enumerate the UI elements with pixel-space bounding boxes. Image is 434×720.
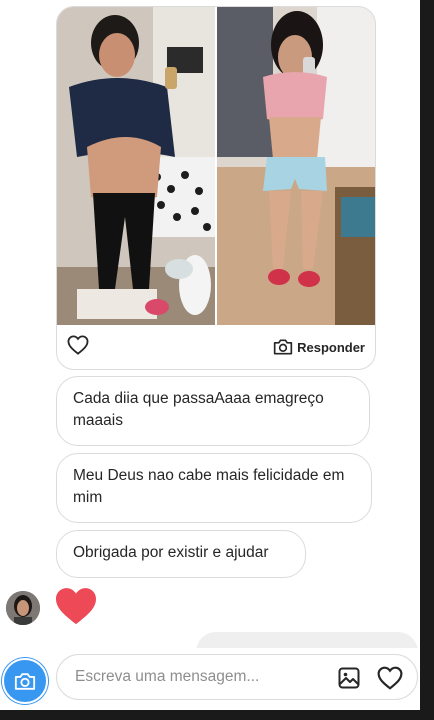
camera-icon [14, 672, 36, 690]
image-icon [338, 667, 360, 689]
like-post-icon[interactable] [67, 334, 89, 360]
message-bubble[interactable]: Obrigada por existir e ajudar [56, 530, 306, 578]
camera-button[interactable] [2, 658, 48, 704]
like-button[interactable] [377, 666, 403, 695]
message-input[interactable] [75, 655, 325, 699]
message-text: Obrigada por existir e ajudar [73, 544, 269, 561]
heart-outline-icon [377, 666, 403, 690]
message-text: Meu Deus nao cabe mais felicidade em mim [73, 467, 345, 506]
before-photo-image [57, 7, 215, 325]
window-edge [0, 710, 434, 720]
reply-label: Responder [297, 339, 365, 355]
reply-button[interactable]: Responder [273, 338, 365, 356]
message-field [56, 654, 418, 700]
message-composer [0, 648, 420, 710]
before-photo[interactable] [57, 7, 215, 325]
after-photo-image [217, 7, 375, 325]
camera-icon [273, 339, 293, 355]
after-photo[interactable] [217, 7, 375, 325]
message-text: Cada diia que passaAaaa emagreço maaais [73, 390, 324, 429]
shared-photo-post[interactable]: Responder [56, 6, 376, 370]
heart-outline-icon [67, 334, 89, 355]
heart-icon [56, 588, 96, 625]
message-bubble[interactable]: Cada diia que passaAaaa emagreço maaais [56, 376, 370, 446]
gallery-button[interactable] [337, 666, 361, 695]
sender-avatar[interactable] [6, 591, 40, 625]
window-edge [420, 0, 434, 720]
message-bubble[interactable]: Meu Deus nao cabe mais felicidade em mim [56, 453, 372, 523]
avatar-image [6, 591, 40, 625]
heart-reaction[interactable] [54, 586, 98, 631]
